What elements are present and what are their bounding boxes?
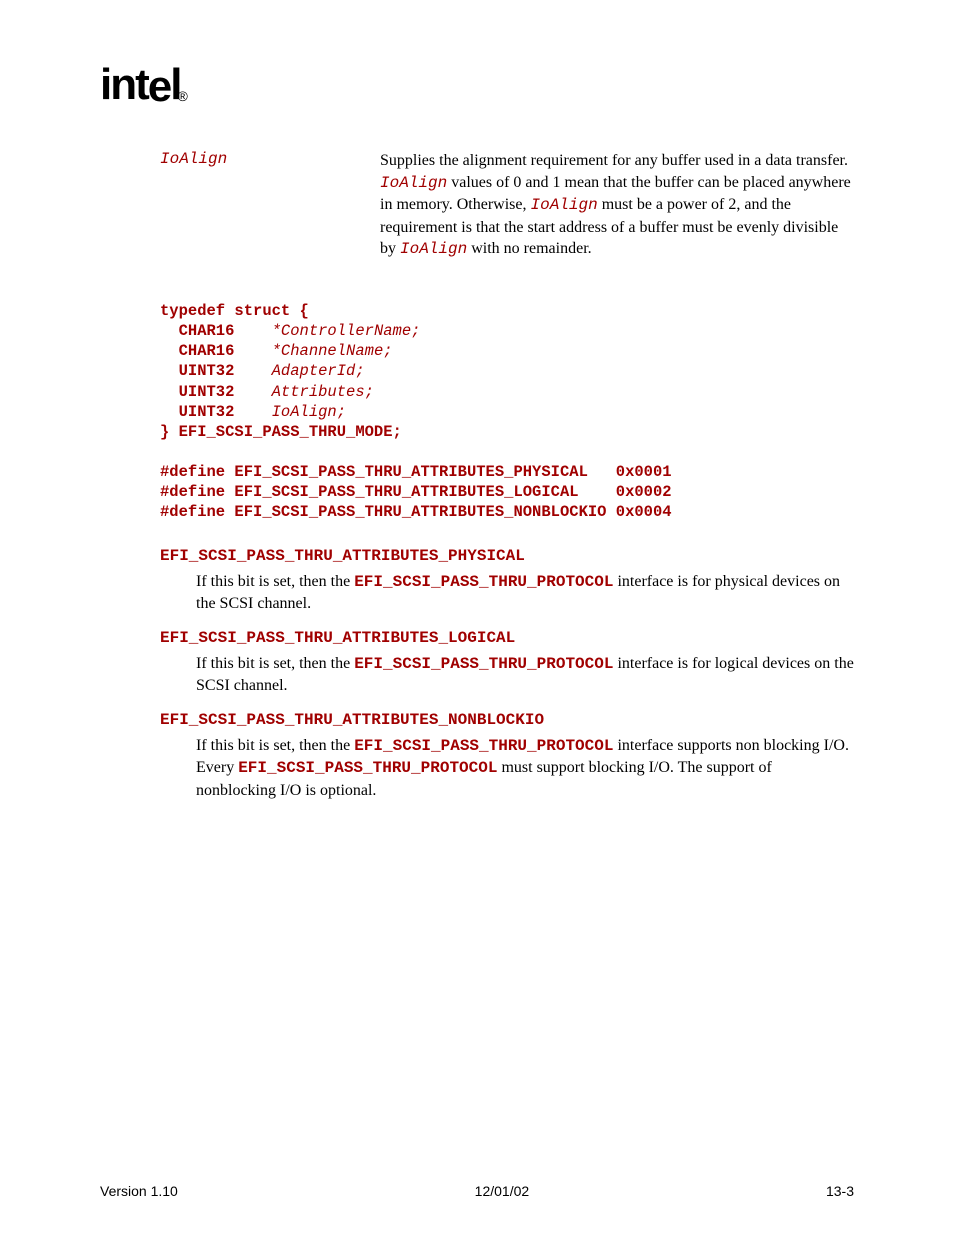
code-kw: UINT32 (160, 362, 272, 380)
text: with no remainder. (467, 240, 591, 257)
code-inline: IoAlign (380, 174, 447, 192)
code-line: #define EFI_SCSI_PASS_THRU_ATTRIBUTES_LO… (160, 483, 672, 501)
code-it: IoAlign; (272, 403, 346, 421)
brand-logo: intel® (100, 60, 854, 110)
code-line: } EFI_SCSI_PASS_THRU_MODE; (160, 423, 402, 441)
attributes-section: EFI_SCSI_PASS_THRU_ATTRIBUTES_PHYSICAL I… (160, 547, 854, 802)
code-line: #define EFI_SCSI_PASS_THRU_ATTRIBUTES_PH… (160, 463, 672, 481)
attr-desc: If this bit is set, then the EFI_SCSI_PA… (196, 735, 854, 802)
code-line: typedef struct { (160, 302, 309, 320)
attr-name: EFI_SCSI_PASS_THRU_ATTRIBUTES_LOGICAL (160, 629, 854, 647)
code-inline: EFI_SCSI_PASS_THRU_PROTOCOL (354, 655, 613, 673)
footer-date: 12/01/02 (475, 1183, 530, 1199)
code-line: #define EFI_SCSI_PASS_THRU_ATTRIBUTES_NO… (160, 503, 672, 521)
attr-desc: If this bit is set, then the EFI_SCSI_PA… (196, 653, 854, 697)
attr-name: EFI_SCSI_PASS_THRU_ATTRIBUTES_PHYSICAL (160, 547, 854, 565)
code-it: AdapterId; (272, 362, 365, 380)
footer-page: 13-3 (826, 1183, 854, 1199)
attr-name: EFI_SCSI_PASS_THRU_ATTRIBUTES_NONBLOCKIO (160, 711, 854, 729)
parameter-row: IoAlign Supplies the alignment requireme… (160, 150, 854, 261)
code-it: *ControllerName; (272, 322, 421, 340)
text: Supplies the alignment requirement for a… (380, 152, 848, 169)
text: If this bit is set, then the (196, 737, 354, 754)
code-inline: IoAlign (530, 196, 597, 214)
code-block-struct: typedef struct { CHAR16 *ControllerName;… (160, 301, 854, 523)
text: If this bit is set, then the (196, 655, 354, 672)
code-kw: CHAR16 (160, 322, 272, 340)
code-inline: EFI_SCSI_PASS_THRU_PROTOCOL (238, 759, 497, 777)
param-description: Supplies the alignment requirement for a… (380, 150, 854, 261)
code-kw: CHAR16 (160, 342, 272, 360)
code-inline: IoAlign (400, 240, 467, 258)
code-kw: UINT32 (160, 403, 272, 421)
code-inline: EFI_SCSI_PASS_THRU_PROTOCOL (354, 573, 613, 591)
text: If this bit is set, then the (196, 573, 354, 590)
attr-desc: If this bit is set, then the EFI_SCSI_PA… (196, 571, 854, 615)
code-it: Attributes; (272, 383, 374, 401)
code-inline: EFI_SCSI_PASS_THRU_PROTOCOL (354, 737, 613, 755)
footer-version: Version 1.10 (100, 1183, 178, 1199)
param-term: IoAlign (160, 150, 380, 261)
page-footer: Version 1.10 12/01/02 13-3 (100, 1183, 854, 1199)
code-kw: UINT32 (160, 383, 272, 401)
code-it: *ChannelName; (272, 342, 393, 360)
